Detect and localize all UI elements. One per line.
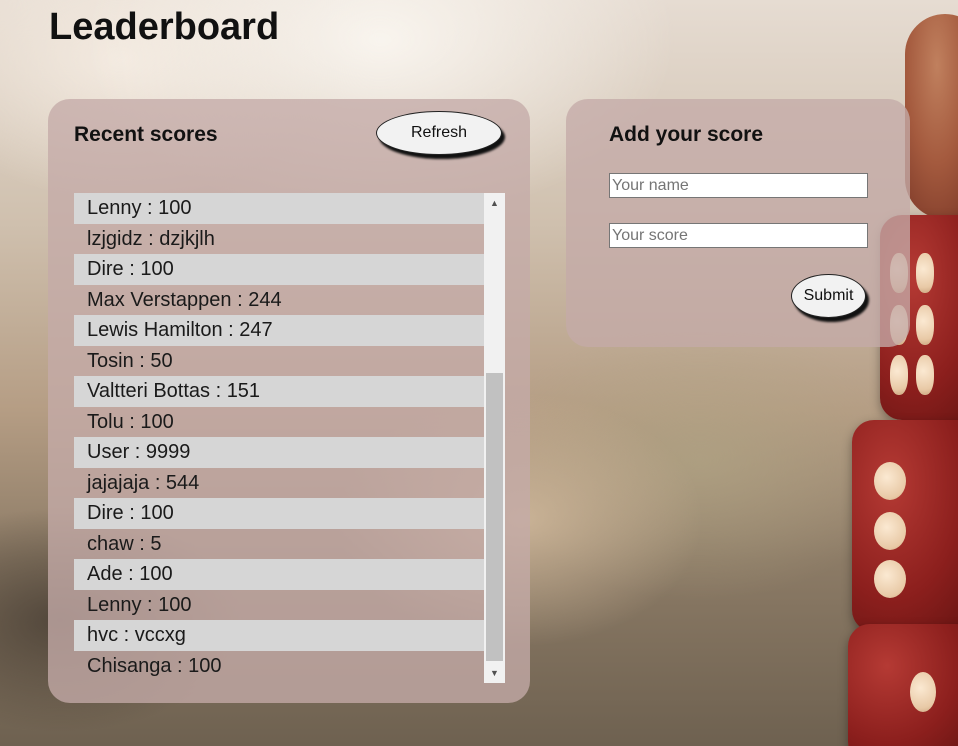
scroll-thumb[interactable] [486,373,503,661]
list-item: Tosin : 50 [87,349,173,372]
list-item: jajajaja : 544 [87,471,200,494]
list-item: Lewis Hamilton : 247 [74,315,484,346]
list-item: Chisanga : 100 [87,654,222,677]
dice-background-image [905,14,958,219]
score-list[interactable]: Lenny : 100 lzjgidz : dzjkjlh Dire : 100… [74,193,505,683]
recent-scores-heading: Recent scores [74,123,218,146]
dice-pip [874,512,906,550]
list-item: Ade : 100 [74,559,484,590]
list-item: Lenny : 100 [87,593,192,616]
dice-image [852,420,958,632]
list-item: chaw : 5 [87,532,162,555]
list-item: Lenny : 100 [74,193,484,224]
list-item: Tolu : 100 [87,410,174,433]
list-item: hvc : vccxg [74,620,484,651]
list-item: Valtteri Bottas : 151 [74,376,484,407]
refresh-button[interactable]: Refresh [376,111,502,155]
dice-pip [874,560,906,598]
dice-pip [890,355,908,395]
list-item: Dire : 100 [74,498,484,529]
list-item: lzjgidz : dzjkjlh [87,227,215,250]
add-score-panel: Add your score Submit [566,99,910,347]
dice-pip [916,305,934,345]
list-item: User : 9999 [74,437,484,468]
dice-pip [910,672,936,712]
dice-image [848,624,958,746]
score-items: Lenny : 100 lzjgidz : dzjkjlh Dire : 100… [74,193,484,681]
scroll-up-arrow-icon[interactable]: ▲ [484,193,505,213]
submit-button[interactable]: Submit [791,274,866,318]
list-item: Max Verstappen : 244 [87,288,282,311]
dice-pip [916,253,934,293]
list-item: Dire : 100 [74,254,484,285]
score-input[interactable] [609,223,868,248]
dice-pip [916,355,934,395]
name-input[interactable] [609,173,868,198]
recent-scores-panel: Recent scores Refresh Lenny : 100 lzjgid… [48,99,530,703]
dice-pip [874,462,906,500]
scrollbar[interactable]: ▲ ▼ [484,193,505,683]
page-title: Leaderboard [49,6,280,48]
scroll-down-arrow-icon[interactable]: ▼ [484,663,505,683]
add-score-heading: Add your score [609,123,764,146]
